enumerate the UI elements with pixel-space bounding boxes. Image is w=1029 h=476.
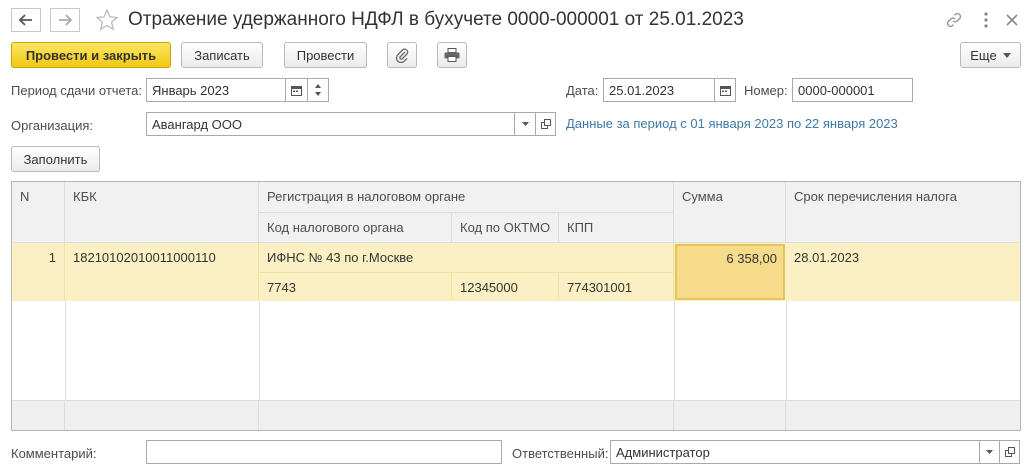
- header-n[interactable]: N: [12, 182, 65, 243]
- footer-cell: [786, 400, 1020, 430]
- kebab-menu-icon: [984, 12, 988, 28]
- date-label: Дата:: [566, 83, 599, 98]
- organization-dropdown-button[interactable]: [514, 112, 536, 136]
- chevron-down-icon: [521, 122, 529, 126]
- chevron-down-icon: [986, 450, 993, 454]
- cell-kpp[interactable]: 774301001: [559, 272, 674, 301]
- responsible-dropdown-button[interactable]: [979, 440, 1000, 464]
- period-input[interactable]: Январь 2023: [146, 78, 286, 102]
- column-divider: [259, 301, 260, 401]
- period-label: Период сдачи отчета:: [11, 83, 143, 98]
- cell-amount-selected[interactable]: 6 358,00: [675, 244, 785, 300]
- column-divider: [674, 301, 675, 401]
- close-button[interactable]: [1002, 10, 1022, 30]
- cell-due-date[interactable]: 28.01.2023: [786, 243, 1020, 301]
- column-divider: [65, 301, 66, 401]
- responsible-value: Администратор: [616, 444, 710, 460]
- print-button[interactable]: [437, 42, 467, 68]
- open-icon: [1004, 447, 1015, 457]
- organization-value: Авангард ООО: [152, 116, 242, 132]
- forward-button[interactable]: [50, 8, 80, 32]
- organization-input[interactable]: Авангард ООО: [146, 112, 515, 136]
- date-value: 25.01.2023: [609, 82, 675, 98]
- responsible-label: Ответственный:: [512, 446, 609, 461]
- footer-cell: [259, 400, 674, 430]
- fill-button[interactable]: Заполнить: [11, 146, 100, 172]
- more-label: Еще: [970, 47, 997, 63]
- close-icon: [1006, 14, 1018, 26]
- attach-button[interactable]: [387, 42, 417, 68]
- footer-cell: [12, 400, 65, 430]
- post-button[interactable]: Провести: [284, 42, 367, 68]
- spin-down-icon: [315, 92, 321, 96]
- favorite-button[interactable]: [95, 8, 119, 32]
- date-calendar-button[interactable]: [714, 78, 736, 102]
- number-input[interactable]: 0000-000001: [792, 78, 913, 102]
- number-label: Номер:: [744, 83, 788, 98]
- calendar-icon: [719, 85, 731, 96]
- cell-kbk[interactable]: 18210102010011000110: [65, 243, 259, 301]
- footer-cell: [674, 400, 786, 430]
- period-spinner[interactable]: [307, 78, 329, 102]
- link-icon: [946, 12, 962, 28]
- responsible-input[interactable]: Администратор: [610, 440, 980, 464]
- arrow-right-icon: [59, 14, 72, 26]
- post-and-close-button[interactable]: Провести и закрыть: [11, 42, 171, 68]
- cell-amount: 6 358,00: [726, 251, 777, 266]
- link-button[interactable]: [944, 10, 964, 30]
- open-icon: [540, 119, 551, 129]
- more-actions-button[interactable]: [976, 10, 996, 30]
- header-oktmo[interactable]: Код по ОКТМО: [452, 213, 559, 243]
- chevron-down-icon: [1002, 52, 1011, 58]
- tax-table[interactable]: N КБК Регистрация в налоговом органе Код…: [11, 181, 1021, 431]
- period-value: Январь 2023: [152, 82, 230, 98]
- spin-up-icon: [315, 84, 321, 88]
- number-value: 0000-000001: [798, 82, 875, 98]
- header-tax-office-code[interactable]: Код налогового органа: [259, 213, 452, 243]
- organization-open-button[interactable]: [535, 112, 556, 136]
- arrow-left-icon: [19, 14, 32, 26]
- column-divider: [786, 301, 787, 401]
- cell-registration[interactable]: ИФНС № 43 по г.Москве: [259, 243, 674, 272]
- printer-icon: [444, 48, 460, 62]
- responsible-open-button[interactable]: [999, 440, 1020, 464]
- period-calendar-button[interactable]: [285, 78, 308, 102]
- calendar-icon: [291, 85, 302, 96]
- more-menu-button[interactable]: Еще: [960, 42, 1021, 68]
- back-button[interactable]: [11, 8, 41, 32]
- header-registration[interactable]: Регистрация в налоговом органе: [259, 182, 674, 213]
- header-kpp[interactable]: КПП: [559, 213, 674, 243]
- footer-cell: [65, 400, 259, 430]
- page-title: Отражение удержанного НДФЛ в бухучете 00…: [128, 9, 744, 30]
- header-due-date[interactable]: Срок перечисления налога: [786, 182, 1020, 243]
- cell-oktmo[interactable]: 12345000: [452, 272, 559, 301]
- header-amount[interactable]: Сумма: [674, 182, 786, 243]
- cell-tax-office-code[interactable]: 7743: [259, 272, 452, 301]
- header-kbk[interactable]: КБК: [65, 182, 259, 243]
- comment-input[interactable]: [146, 440, 502, 464]
- date-input[interactable]: 25.01.2023: [603, 78, 715, 102]
- organization-label: Организация:: [11, 118, 94, 133]
- cell-n[interactable]: 1: [12, 243, 65, 301]
- comment-label: Комментарий:: [11, 446, 97, 461]
- star-icon: [95, 8, 119, 31]
- save-button[interactable]: Записать: [181, 42, 263, 68]
- period-info-text: Данные за период с 01 января 2023 по 22 …: [566, 116, 898, 131]
- paperclip-icon: [395, 48, 409, 63]
